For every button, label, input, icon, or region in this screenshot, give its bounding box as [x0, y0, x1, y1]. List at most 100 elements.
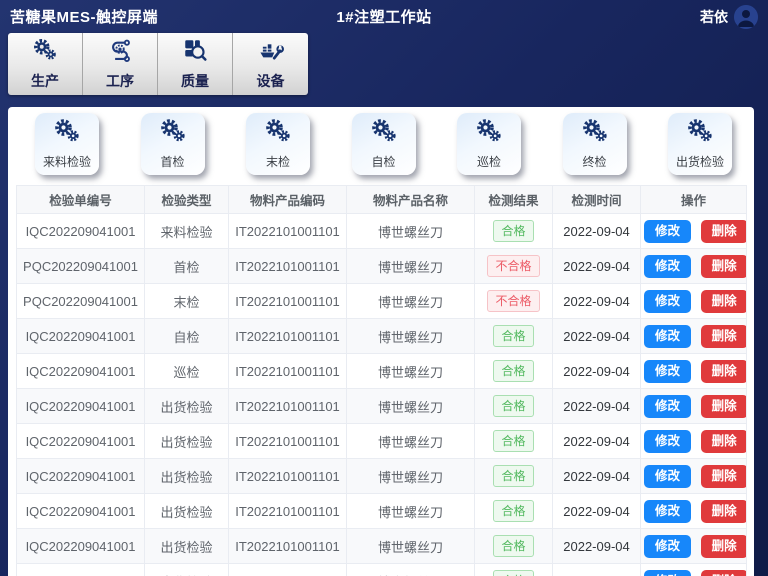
edit-button[interactable]: 修改: [644, 500, 691, 523]
delete-button[interactable]: 删除: [701, 395, 747, 418]
tab-label: 设备: [257, 71, 285, 91]
inspection-date: 2022-09-04: [553, 214, 641, 249]
gears-icon: [686, 117, 714, 153]
material-code: IT2022101001101: [229, 424, 347, 459]
inspection-date: 2022-09-04: [553, 494, 641, 529]
inspection-type: 自检: [145, 319, 229, 354]
delete-button[interactable]: 删除: [701, 360, 747, 383]
card-self-inspection[interactable]: 自检: [352, 113, 416, 175]
inspection-date: 2022-09-04: [553, 319, 641, 354]
material-code: IT2022101001101: [229, 459, 347, 494]
delete-button[interactable]: 删除: [701, 430, 747, 453]
material-code: IT2022101001101: [229, 564, 347, 576]
material-name: 博世螺丝刀: [347, 564, 475, 576]
result-badge: 合格: [493, 535, 533, 557]
material-name: 博世螺丝刀: [347, 249, 475, 284]
edit-button[interactable]: 修改: [644, 325, 691, 348]
result-badge: 合格: [493, 465, 533, 487]
inspection-type: 末检: [145, 284, 229, 319]
edit-button[interactable]: 修改: [644, 290, 691, 313]
inspection-date: 2022-09-04: [553, 284, 641, 319]
inspection-type: 出货检验: [145, 564, 229, 576]
content-panel: 来料检验 首检 末检 自检 巡检 终检 出货检验: [8, 107, 754, 576]
inspection-id: PQC202209041001: [17, 284, 145, 319]
material-code: IT2022101001101: [229, 529, 347, 564]
material-code: IT2022101001101: [229, 214, 347, 249]
username[interactable]: 若依: [700, 7, 728, 27]
inspection-type-cards: 来料检验 首检 末检 自检 巡检 终检 出货检验: [8, 107, 754, 175]
column-header: 检验类型: [145, 186, 229, 214]
tab-quality[interactable]: 质量: [158, 33, 233, 95]
card-first-inspection[interactable]: 首检: [141, 113, 205, 175]
delete-button[interactable]: 删除: [701, 500, 747, 523]
tab-process[interactable]: 工序: [83, 33, 158, 95]
gears-icon: [264, 117, 292, 153]
table-row: IQC202209041001 出货检验 IT2022101001101 博世螺…: [17, 529, 747, 564]
edit-button[interactable]: 修改: [644, 535, 691, 558]
edit-button[interactable]: 修改: [644, 360, 691, 383]
table-row: IQC202209041001 来料检验 IT2022101001101 博世螺…: [17, 214, 747, 249]
table-row: PQC202209041001 末检 IT2022101001101 博世螺丝刀…: [17, 284, 747, 319]
edit-button[interactable]: 修改: [644, 395, 691, 418]
delete-button[interactable]: 删除: [701, 290, 747, 313]
user-menu[interactable]: 若依: [700, 3, 758, 30]
tab-label: 质量: [181, 71, 209, 91]
delete-button[interactable]: 删除: [701, 325, 747, 348]
inspection-date: 2022-09-04: [553, 564, 641, 576]
edit-button[interactable]: 修改: [644, 430, 691, 453]
inspection-id: IQC202209041001: [17, 424, 145, 459]
equipment-wrench-icon: [258, 37, 284, 68]
material-code: IT2022101001101: [229, 354, 347, 389]
inspection-id: IQC202209041001: [17, 564, 145, 576]
edit-button[interactable]: 修改: [644, 220, 691, 243]
title-bar: 苦糖果MES-触控屏端 1#注塑工作站 若依: [0, 0, 768, 33]
tab-label: 生产: [31, 71, 59, 91]
edit-button[interactable]: 修改: [644, 255, 691, 278]
result-badge: 合格: [493, 220, 533, 242]
material-name: 博世螺丝刀: [347, 284, 475, 319]
column-header: 检验单编号: [17, 186, 145, 214]
card-shipment-inspection[interactable]: 出货检验: [668, 113, 732, 175]
inspection-id: PQC202209041001: [17, 249, 145, 284]
material-code: IT2022101001101: [229, 319, 347, 354]
edit-button[interactable]: 修改: [644, 570, 691, 576]
inspection-date: 2022-09-04: [553, 389, 641, 424]
card-label: 自检: [371, 153, 395, 170]
edit-button[interactable]: 修改: [644, 465, 691, 488]
result-badge: 合格: [493, 395, 533, 417]
material-name: 博世螺丝刀: [347, 319, 475, 354]
user-avatar-icon[interactable]: [734, 5, 758, 29]
delete-button[interactable]: 删除: [701, 535, 747, 558]
card-incoming-inspection[interactable]: 来料检验: [35, 113, 99, 175]
inspection-date: 2022-09-04: [553, 459, 641, 494]
result-badge: 不合格: [487, 290, 539, 312]
material-name: 博世螺丝刀: [347, 354, 475, 389]
table-header-row: 检验单编号 检验类型 物料产品编码 物料产品名称 检测结果 检测时间 操作: [17, 186, 747, 214]
delete-button[interactable]: 删除: [701, 255, 747, 278]
card-final-inspection[interactable]: 终检: [563, 113, 627, 175]
material-name: 博世螺丝刀: [347, 214, 475, 249]
delete-button[interactable]: 删除: [701, 220, 747, 243]
inspection-table-body: IQC202209041001 来料检验 IT2022101001101 博世螺…: [17, 214, 747, 576]
delete-button[interactable]: 删除: [701, 570, 747, 576]
result-badge: 合格: [493, 570, 533, 576]
inspection-type: 出货检验: [145, 424, 229, 459]
inspection-table: 检验单编号 检验类型 物料产品编码 物料产品名称 检测结果 检测时间 操作 IQ…: [16, 185, 746, 576]
material-name: 博世螺丝刀: [347, 424, 475, 459]
tab-equipment[interactable]: 设备: [233, 33, 308, 95]
column-header: 检测结果: [475, 186, 553, 214]
tab-production[interactable]: 生产: [8, 33, 83, 95]
delete-button[interactable]: 删除: [701, 465, 747, 488]
column-header: 物料产品编码: [229, 186, 347, 214]
inspection-type: 首检: [145, 249, 229, 284]
card-last-inspection[interactable]: 末检: [246, 113, 310, 175]
inspection-date: 2022-09-04: [553, 529, 641, 564]
inspection-type: 出货检验: [145, 389, 229, 424]
result-badge: 合格: [493, 430, 533, 452]
gears-icon: [32, 37, 58, 68]
card-patrol-inspection[interactable]: 巡检: [457, 113, 521, 175]
gears-icon: [159, 117, 187, 153]
gears-icon: [475, 117, 503, 153]
inspection-date: 2022-09-04: [553, 354, 641, 389]
table-row: IQC202209041001 自检 IT2022101001101 博世螺丝刀…: [17, 319, 747, 354]
